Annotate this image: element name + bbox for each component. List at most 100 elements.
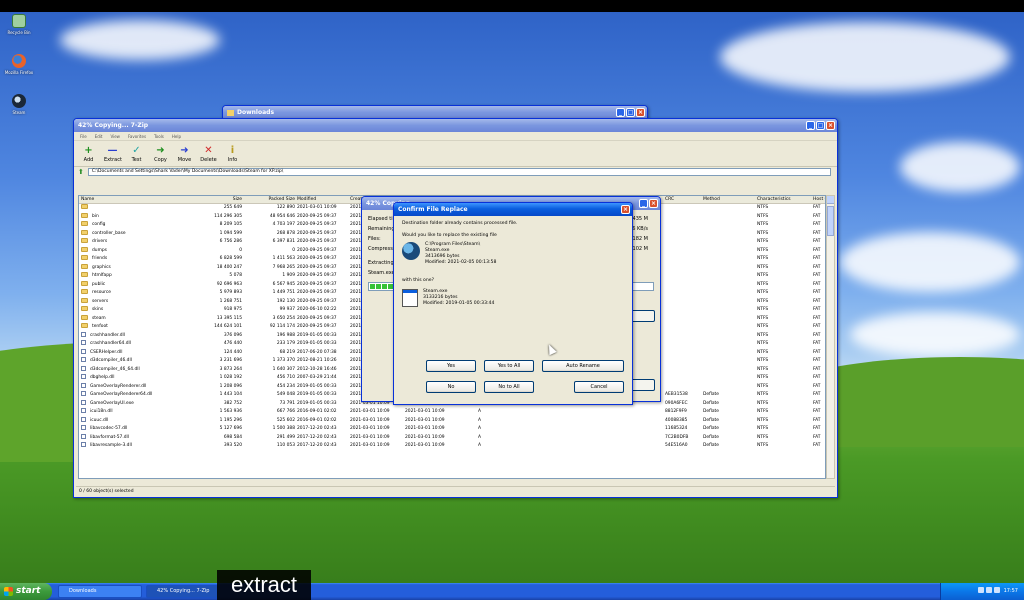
table-cell: 2020-09-25 09:37	[297, 222, 337, 227]
table-cell: 2012-08-21 10:26	[297, 358, 337, 363]
table-row[interactable]: libavcodec-57.dll 5 127 696 1 500 388 2017-…	[79, 425, 825, 434]
new-file-info: Steam.exe 3133216 bytes Modified: 2019-0…	[402, 289, 624, 307]
cancel-button[interactable]: Cancel	[574, 381, 624, 393]
table-cell: 1 500 388	[272, 426, 295, 431]
table-cell: 382 752	[223, 400, 242, 406]
desktop-icon-recycle-bin[interactable]: Recycle Bin	[4, 14, 34, 35]
scroll-thumb[interactable]	[827, 206, 834, 236]
up-folder-icon[interactable]: ⬆	[78, 168, 84, 176]
cloud	[720, 22, 1010, 92]
confirm-titlebar[interactable]: Confirm File Replace ×	[394, 203, 632, 216]
table-cell: 124 440	[223, 349, 242, 355]
file-name: controller_base	[92, 230, 126, 236]
table-cell	[701, 366, 755, 375]
table-cell: 2007-03-29 21:44	[297, 375, 337, 380]
toolbar-delete-button[interactable]: ✕ Delete	[200, 146, 217, 164]
table-cell: 268 878	[276, 230, 295, 236]
table-cell: FAT	[813, 298, 821, 304]
table-cell: 233 179	[276, 341, 295, 346]
auto-rename-button[interactable]: Auto Rename	[542, 360, 624, 372]
minimize-button[interactable]: _	[639, 199, 648, 208]
scroll-up-arrow[interactable]	[827, 196, 834, 204]
table-cell	[701, 264, 755, 273]
table-cell	[663, 340, 701, 349]
table-cell: NTFS	[757, 426, 769, 431]
minimize-button[interactable]: _	[806, 121, 815, 130]
table-row[interactable]: libavresample-3.dll 393 520 110 053 2017-12…	[79, 442, 825, 451]
firefox-icon	[12, 54, 26, 68]
table-cell: 92 696 963	[216, 281, 242, 287]
column-header-crc[interactable]: CRC	[663, 196, 701, 203]
menu-edit[interactable]: Edit	[95, 134, 103, 139]
file-name: crashhandler64.dll	[90, 341, 131, 346]
column-header-packed-size[interactable]: Packed Size	[242, 196, 295, 203]
menu-file[interactable]: File	[80, 134, 87, 139]
no-button[interactable]: No	[426, 381, 476, 393]
close-button[interactable]: ×	[649, 199, 658, 208]
maximize-button[interactable]: □	[816, 121, 825, 130]
column-header-name[interactable]: Name	[79, 196, 189, 203]
table-cell: 2021-03-01 10:09	[405, 409, 445, 414]
menu-tools[interactable]: Tools	[154, 134, 164, 139]
menu-help[interactable]: Help	[172, 134, 181, 139]
toolbar-info-button[interactable]: i Info	[224, 146, 241, 164]
start-button[interactable]: start	[0, 583, 52, 600]
7zip-titlebar[interactable]: 42% Copying... 7-Zip _ □ ×	[74, 119, 837, 132]
file-icon	[81, 425, 86, 430]
desktop-icon-steam[interactable]: Steam	[4, 94, 34, 115]
column-header-host-os[interactable]: Host OS	[811, 196, 825, 203]
folder-icon	[81, 212, 88, 218]
address-input[interactable]: C:\Documents and Settings\Shark Vader\My…	[87, 168, 831, 176]
column-header-modified[interactable]: Modified	[295, 196, 348, 203]
vertical-scrollbar[interactable]	[826, 195, 835, 479]
task-label: Downloads	[69, 588, 97, 594]
table-cell: 1 268 751	[219, 298, 242, 304]
table-row[interactable]: icui18n.dll 1 563 936 667 766 2016-09-01 02…	[79, 408, 825, 417]
yes-button[interactable]: Yes	[426, 360, 476, 372]
table-cell: 2012-10-28 16:46	[297, 366, 337, 372]
column-header-size[interactable]: Size	[189, 196, 242, 203]
table-row[interactable]: icuuc.dll 1 195 296 525 602 2016-09-01 02:0…	[79, 416, 825, 426]
yes-to-all-button[interactable]: Yes to All	[484, 360, 534, 372]
security-icon[interactable]	[993, 587, 1000, 593]
toolbar-move-button[interactable]: ➜ Move	[176, 146, 193, 164]
menu-favorites[interactable]: Favorites	[128, 134, 146, 139]
confirm-file-replace-dialog[interactable]: Confirm File Replace × Destination folde…	[393, 202, 633, 405]
table-cell: 6 397 831	[272, 239, 295, 244]
toolbar-add-button[interactable]: + Add	[80, 146, 97, 164]
close-button[interactable]: ×	[621, 205, 630, 214]
file-icon	[81, 382, 86, 388]
close-button[interactable]: ×	[826, 121, 835, 130]
taskbar-item-7zip[interactable]: 42% Copying... 7-Zip	[146, 585, 218, 598]
file-name-cell: GameOverlayUI.exe	[79, 399, 189, 409]
toolbar-test-button[interactable]: ✓ Test	[128, 146, 145, 164]
menu-view[interactable]: View	[110, 134, 120, 139]
table-cell: 2020-09-25 09:37	[297, 298, 337, 304]
column-header-characteristics[interactable]: Characteristics	[755, 196, 811, 203]
table-cell: 8812F9F9	[665, 409, 687, 414]
table-cell: FAT	[813, 349, 821, 355]
folder-icon	[81, 263, 88, 269]
volume-icon[interactable]	[985, 587, 992, 593]
table-cell: 1 909	[282, 273, 295, 278]
maximize-button[interactable]: □	[626, 108, 635, 117]
minimize-button[interactable]: _	[616, 108, 625, 117]
desktop-icon-firefox[interactable]: Mozilla Firefox	[4, 54, 34, 75]
file-name-cell	[79, 204, 189, 213]
file-name: resource	[92, 290, 111, 295]
column-header-method[interactable]: Method	[701, 196, 755, 203]
network-icon[interactable]	[977, 587, 984, 593]
toolbar-extract-button[interactable]: — Extract	[104, 146, 122, 164]
table-cell: NTFS	[757, 315, 769, 321]
table-row[interactable]: libavformat-57.dll 698 584 291 499 2017-12-…	[79, 433, 825, 443]
no-to-all-button[interactable]: No to All	[484, 381, 534, 393]
file-name-cell: skins	[79, 306, 189, 315]
table-cell: NTFS	[757, 375, 769, 380]
file-name-cell: libavresample-3.dll	[79, 442, 189, 451]
toolbar-copy-button[interactable]: ➜ Copy	[152, 146, 169, 164]
file-name-cell: tenfoot	[79, 323, 189, 332]
taskbar-item-downloads[interactable]: Downloads	[58, 585, 142, 598]
packed-value: 102 M	[632, 246, 648, 252]
table-cell: 2020-09-25 09:37	[297, 239, 337, 244]
close-button[interactable]: ×	[636, 108, 645, 117]
